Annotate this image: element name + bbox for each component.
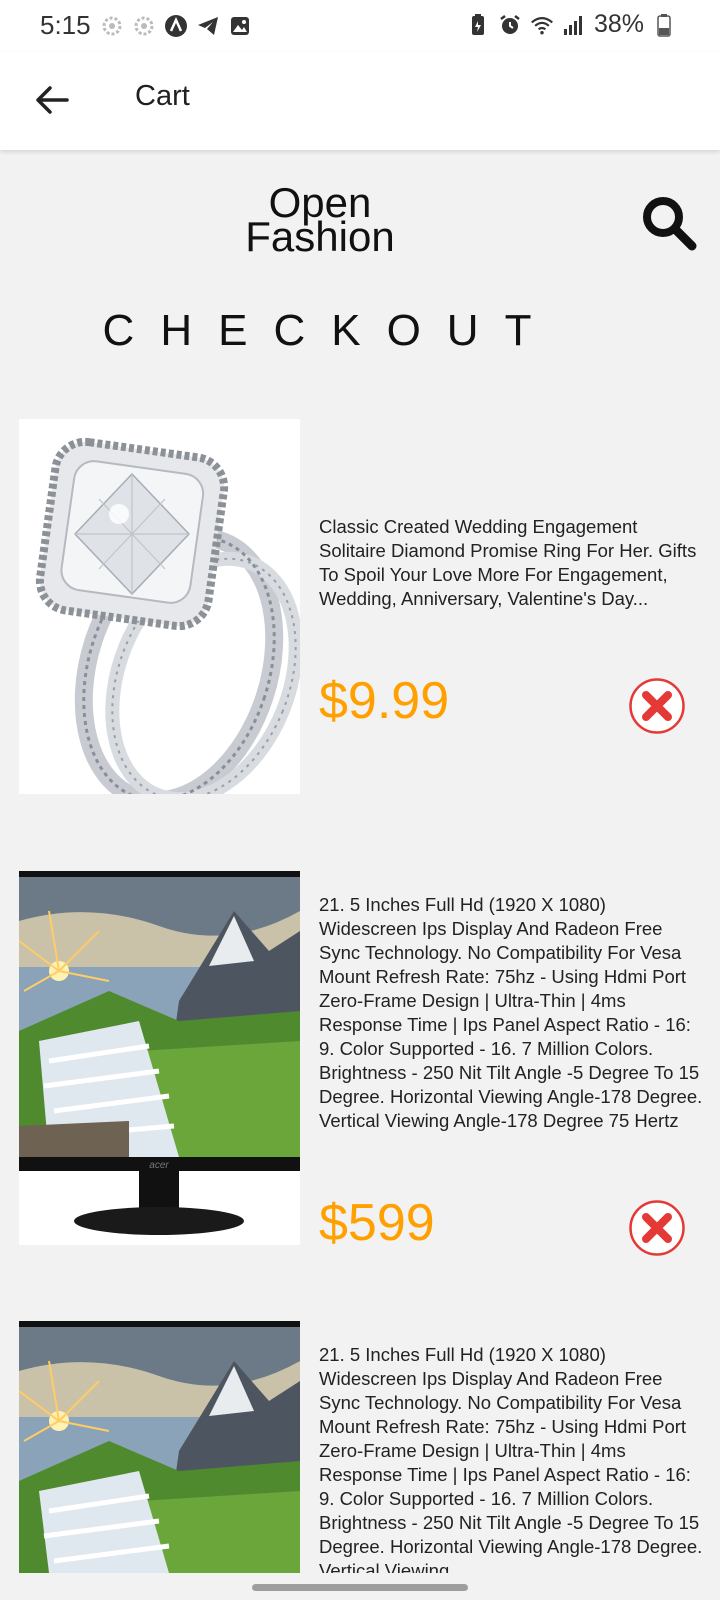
status-time: 5:15 <box>40 10 91 40</box>
back-button[interactable] <box>28 76 76 124</box>
remove-item-button[interactable] <box>628 677 686 735</box>
gesture-bar[interactable] <box>252 1584 468 1591</box>
product-description: 21. 5 Inches Full Hd (1920 X 1080) Wides… <box>319 1344 703 1573</box>
brand-logo: Open Fashion <box>200 182 440 260</box>
close-circle-icon <box>629 678 685 734</box>
settings-icon <box>100 14 124 38</box>
app-icon <box>164 14 188 38</box>
settings-icon <box>132 14 156 38</box>
app-bar: Cart <box>0 52 720 150</box>
battery-percent: 38% <box>593 10 644 38</box>
product-price: $599 <box>319 1194 435 1252</box>
notification-icons <box>100 14 252 38</box>
product-description: Classic Created Wedding Engagement Solit… <box>319 516 697 609</box>
close-circle-icon <box>629 1200 685 1256</box>
battery-saver-icon <box>466 13 490 37</box>
page-title: Cart <box>135 80 190 112</box>
product-price: $9.99 <box>319 672 450 730</box>
battery-icon <box>652 13 676 37</box>
search-button[interactable] <box>640 194 700 254</box>
product-image[interactable]: acer <box>19 871 300 1245</box>
arrow-left-icon <box>36 86 69 114</box>
product-image[interactable] <box>19 1321 300 1573</box>
brand-line-2: Fashion <box>245 213 395 260</box>
product-description: 21. 5 Inches Full Hd (1920 X 1080) Wides… <box>319 894 703 1131</box>
monitor-brand-label: acer <box>149 1160 169 1171</box>
status-bar: 5:15 38% <box>0 0 720 52</box>
search-icon <box>643 197 697 251</box>
signal-icon <box>562 13 586 37</box>
wifi-icon <box>530 13 554 37</box>
checkout-heading: CHECKOUT <box>102 306 558 355</box>
remove-item-button[interactable] <box>628 1199 686 1257</box>
product-image[interactable] <box>19 419 300 794</box>
alarm-icon <box>498 13 522 37</box>
telegram-icon <box>196 14 220 38</box>
gallery-icon <box>228 14 252 38</box>
system-icons: 38% <box>466 10 676 39</box>
